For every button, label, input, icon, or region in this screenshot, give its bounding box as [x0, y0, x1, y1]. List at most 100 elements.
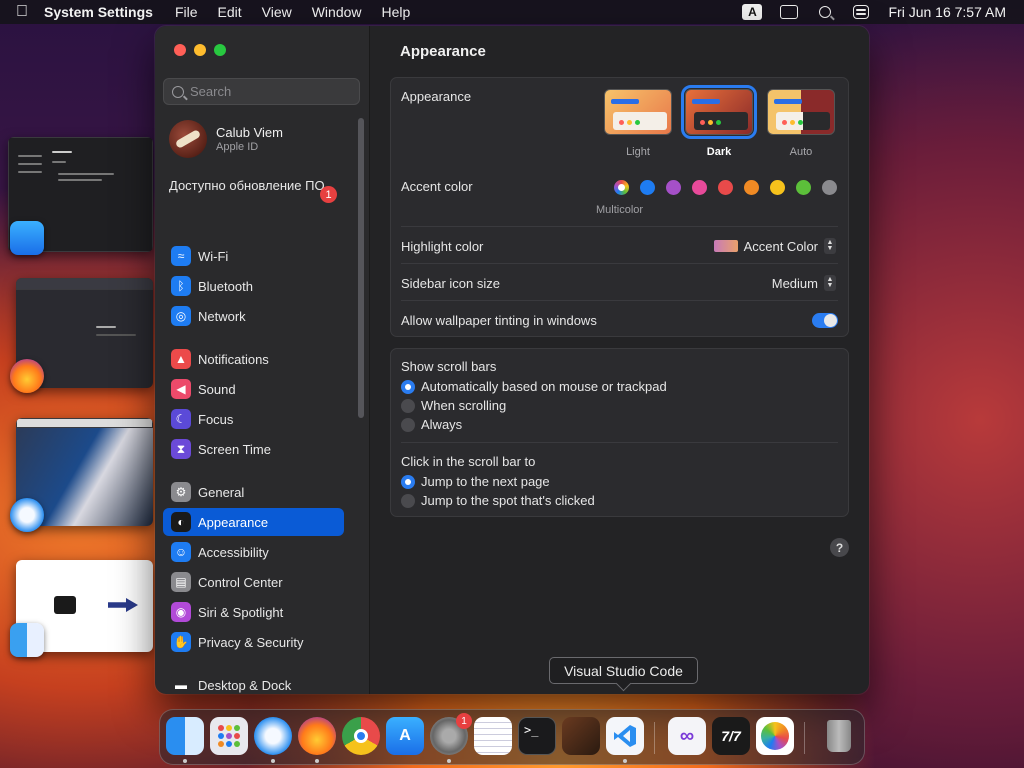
launchpad-icon[interactable]	[210, 717, 248, 755]
show-scroll-bars-label: Show scroll bars	[401, 359, 497, 374]
dock-tooltip: Visual Studio Code	[549, 657, 698, 684]
radio-label: Jump to the spot that's clicked	[421, 493, 595, 508]
accent-orange-swatch[interactable]	[744, 180, 759, 195]
wallpaper-tinting-toggle[interactable]	[812, 313, 838, 328]
sidebar-item-wi-fi[interactable]: ≈ Wi-Fi	[163, 242, 344, 270]
firefox-icon[interactable]	[298, 717, 336, 755]
sidebar-icon-size-value: Medium	[771, 275, 818, 291]
sidebar-item-network[interactable]: ◎ Network	[163, 302, 344, 330]
theme-dark-preview	[681, 85, 757, 139]
bluetooth-icon: ᛒ	[171, 276, 191, 296]
hourglass-icon: ⧗	[171, 439, 191, 459]
sidebar-item-desktop-dock[interactable]: ▬ Desktop & Dock	[163, 671, 344, 694]
minimize-button[interactable]	[194, 44, 206, 56]
finder-icon[interactable]	[166, 717, 204, 755]
search-input[interactable]	[190, 84, 350, 99]
theme-dark-label: Dark	[706, 146, 732, 158]
sidebar-item-bluetooth[interactable]: ᛒ Bluetooth	[163, 272, 344, 300]
menu-file[interactable]: File	[175, 4, 198, 20]
vscode-icon[interactable]	[606, 717, 644, 755]
radio-label: Jump to the next page	[421, 474, 550, 489]
menu-view[interactable]: View	[262, 4, 292, 20]
click-scroll-bar-label: Click in the scroll bar to	[401, 454, 536, 469]
apple-menu-icon[interactable]: 	[0, 3, 44, 21]
sidebar-item-siri-spotlight[interactable]: ◉ Siri & Spotlight	[163, 598, 344, 626]
radio-jump-to-spot[interactable]: Jump to the spot that's clicked	[401, 493, 595, 508]
theme-light[interactable]: Light	[604, 89, 672, 158]
terminal-icon[interactable]: >_	[518, 717, 556, 755]
visual-studio-icon[interactable]: ∞	[668, 717, 706, 755]
stage-firefox-icon	[10, 359, 44, 393]
radio-label: When scrolling	[421, 398, 507, 413]
photos-icon[interactable]	[756, 717, 794, 755]
apple-id-row[interactable]: Calub Viem Apple ID	[169, 120, 283, 158]
chevron-updown-icon: ▲ ▼	[824, 275, 836, 291]
accent-blue-swatch[interactable]	[640, 180, 655, 195]
search-field[interactable]	[163, 78, 360, 105]
tt-app-icon[interactable]: 7/7	[712, 717, 750, 755]
gear-icon: ⚙	[171, 482, 191, 502]
accent-purple-swatch[interactable]	[666, 180, 681, 195]
accent-pink-swatch[interactable]	[692, 180, 707, 195]
sidebar-item-label: Siri & Spotlight	[198, 604, 284, 620]
spotlight-icon[interactable]	[816, 5, 834, 19]
theme-dark[interactable]: Dark	[681, 85, 757, 158]
software-update-row[interactable]: Доступно обновление ПО	[169, 178, 339, 194]
radio-dot	[401, 417, 415, 432]
theme-auto[interactable]: Auto	[767, 89, 835, 158]
accent-multicolor-swatch[interactable]	[614, 180, 629, 195]
radio-scroll-when-scrolling[interactable]: When scrolling	[401, 398, 506, 413]
sidebar-item-label: Desktop & Dock	[198, 677, 292, 693]
sidebar-item-control-center[interactable]: ▤ Control Center	[163, 568, 344, 596]
dock-icon: ▬	[171, 675, 191, 694]
sidebar-item-focus[interactable]: ☾ Focus	[163, 405, 344, 433]
accent-graphite-swatch[interactable]	[822, 180, 837, 195]
accent-yellow-swatch[interactable]	[770, 180, 785, 195]
radio-jump-next-page[interactable]: Jump to the next page	[401, 474, 550, 489]
sidebar-item-sound[interactable]: ◀ Sound	[163, 375, 344, 403]
instruments-icon[interactable]	[562, 717, 600, 755]
app-store-icon[interactable]: A	[386, 717, 424, 755]
accent-red-swatch[interactable]	[718, 180, 733, 195]
theme-auto-preview	[767, 89, 835, 135]
trash-icon[interactable]	[820, 717, 858, 755]
input-source-icon[interactable]: A	[742, 4, 763, 20]
appearance-label: Appearance	[401, 89, 472, 104]
radio-scroll-auto[interactable]: Automatically based on mouse or trackpad	[401, 379, 667, 394]
menu-clock[interactable]: Fri Jun 16 7:57 AM	[888, 4, 1006, 20]
sidebar-item-notifications[interactable]: ▲ Notifications	[163, 345, 344, 373]
sidebar-icon-size-popup[interactable]: Medium ▲ ▼	[772, 275, 836, 291]
user-name: Calub Viem	[216, 125, 283, 140]
control-center-icon: ▤	[171, 572, 191, 592]
safari-icon[interactable]	[254, 717, 292, 755]
menu-edit[interactable]: Edit	[218, 4, 242, 20]
radio-scroll-always[interactable]: Always	[401, 417, 462, 432]
chrome-icon[interactable]	[342, 717, 380, 755]
stage-app-store-icon	[10, 221, 44, 255]
highlight-color-popup[interactable]: Accent Color ▲ ▼	[713, 238, 836, 254]
moon-icon: ☾	[171, 409, 191, 429]
sidebar-item-appearance[interactable]: ◐ Appearance	[163, 508, 344, 536]
menu-help[interactable]: Help	[382, 4, 411, 20]
zoom-button[interactable]	[214, 44, 226, 56]
menu-window[interactable]: Window	[312, 4, 362, 20]
update-badge: 1	[320, 186, 337, 203]
control-center-menu-icon[interactable]	[852, 5, 870, 19]
radio-dot	[401, 474, 415, 489]
help-button[interactable]: ?	[830, 538, 849, 557]
system-settings-icon[interactable]: 1	[430, 713, 472, 755]
stage-manager-icon[interactable]	[780, 5, 799, 19]
sidebar-item-screen-time[interactable]: ⧗ Screen Time	[163, 435, 344, 463]
settings-badge: 1	[456, 713, 472, 729]
sidebar-item-privacy-security[interactable]: ✋ Privacy & Security	[163, 628, 344, 656]
menu-bar:  System Settings File Edit View Window …	[0, 0, 1024, 24]
accent-green-swatch[interactable]	[796, 180, 811, 195]
close-button[interactable]	[174, 44, 186, 56]
globe-icon: ◎	[171, 306, 191, 326]
sidebar-scrollbar[interactable]	[358, 118, 364, 418]
scroll-bars-group: Show scroll bars Automatically based on …	[390, 348, 849, 517]
sidebar-item-general[interactable]: ⚙ General	[163, 478, 344, 506]
sidebar-item-accessibility[interactable]: ☺ Accessibility	[163, 538, 344, 566]
menu-app-name[interactable]: System Settings	[44, 4, 153, 20]
textedit-icon[interactable]	[474, 717, 512, 755]
